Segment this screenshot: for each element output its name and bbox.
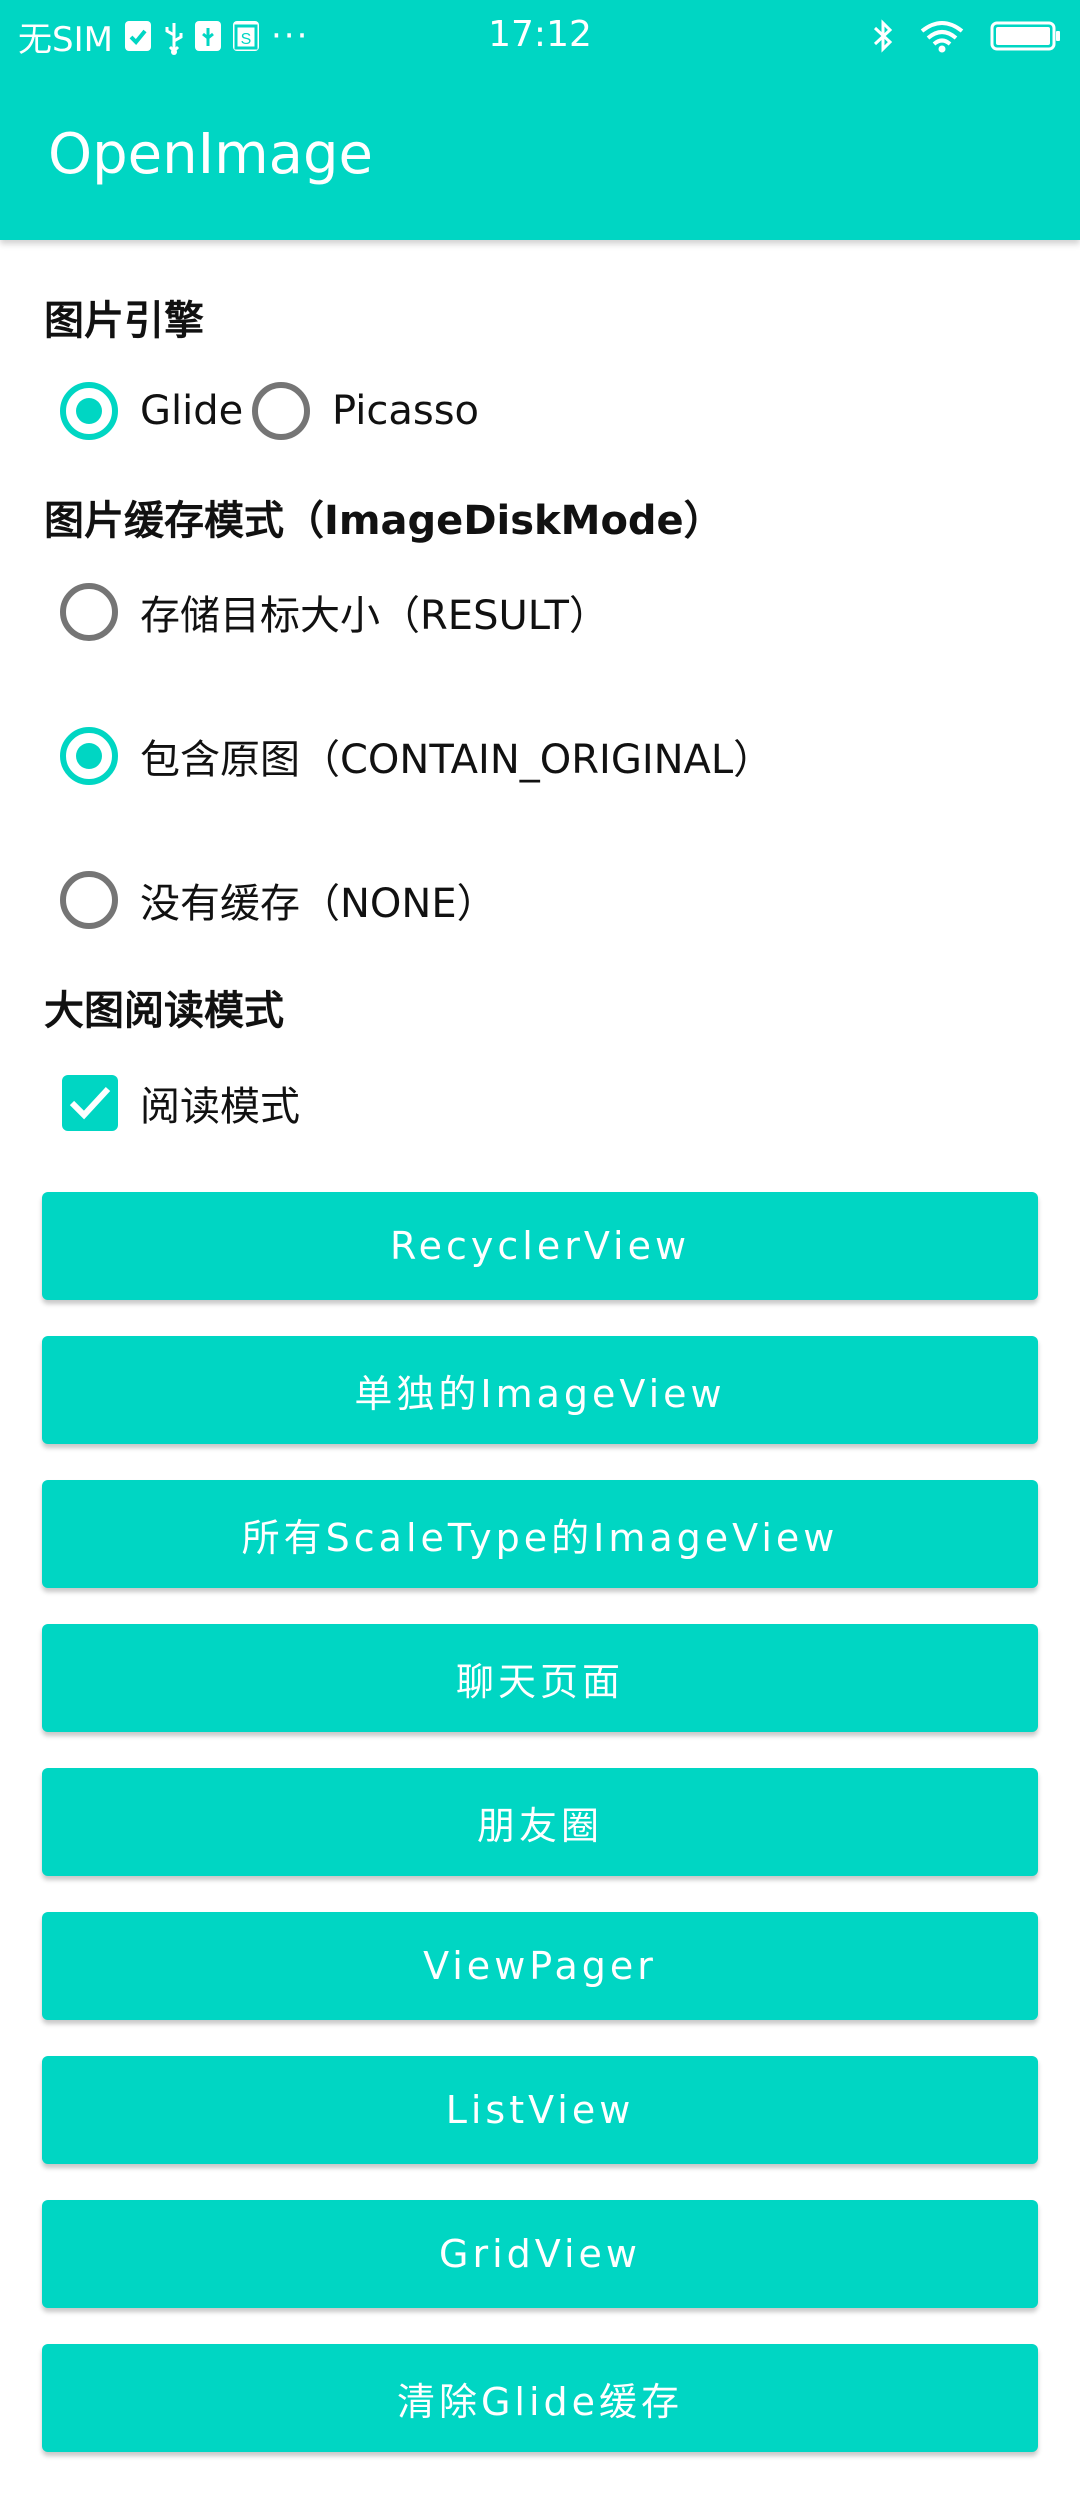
disk-mode-option-label: 没有缓存（NONE） [140,881,497,927]
bluetooth-icon [872,18,894,54]
disk-mode-option-label: 包含原图（CONTAIN_ORIGINAL） [140,737,774,783]
single-imageview-button[interactable]: 单独的ImageView [42,1336,1038,1444]
status-bar: 无SIM S ··· 17:12 [0,0,1080,72]
engine-option-label: Picasso [332,388,480,434]
gridview-button[interactable]: GridView [42,2200,1038,2308]
disk-mode-option-none[interactable]: 没有缓存（NONE） [60,871,497,929]
reading-mode-checkbox[interactable] [62,1075,118,1131]
battery-icon [990,20,1062,52]
wifi-icon [920,19,964,53]
radio-glide[interactable] [60,382,118,440]
radio-result[interactable] [60,583,118,641]
moments-button[interactable]: 朋友圈 [42,1768,1038,1876]
radio-contain-original[interactable] [60,727,118,785]
chat-page-button[interactable]: 聊天页面 [42,1624,1038,1732]
radio-none[interactable] [60,871,118,929]
engine-option-label: Glide [140,388,244,434]
radio-picasso[interactable] [252,382,310,440]
reading-mode-checkbox-row[interactable]: 阅读模式 [62,1074,300,1132]
disk-mode-option-contain-original[interactable]: 包含原图（CONTAIN_ORIGINAL） [60,727,773,785]
disk-mode-option-result[interactable]: 存储目标大小（RESULT） [60,583,609,641]
disk-mode-option-label: 存储目标大小（RESULT） [140,593,609,639]
all-scaletype-imageview-button[interactable]: 所有ScaleType的ImageView [42,1480,1038,1588]
disk-mode-section-label: 图片缓存模式（ImageDiskMode） [44,498,724,544]
reading-mode-label: 阅读模式 [140,1084,300,1130]
app-title: OpenImage [48,122,373,187]
status-right [872,14,1062,58]
engine-option-picasso[interactable]: Picasso [252,382,479,440]
clear-glide-cache-button[interactable]: 清除Glide缓存 [42,2344,1038,2452]
app-bar: 无SIM S ··· 17:12 OpenImage [0,0,1080,240]
reading-section-label: 大图阅读模式 [44,988,284,1034]
recyclerview-button[interactable]: RecyclerView [42,1192,1038,1300]
engine-section-label: 图片引擎 [44,298,204,344]
engine-option-glide[interactable]: Glide [60,382,243,440]
listview-button[interactable]: ListView [42,2056,1038,2164]
viewpager-button[interactable]: ViewPager [42,1912,1038,2020]
